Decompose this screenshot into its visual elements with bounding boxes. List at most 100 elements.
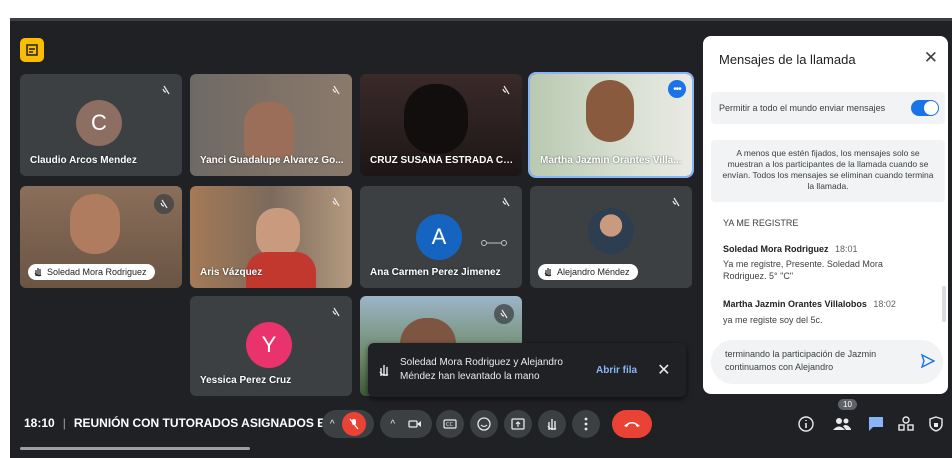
mic-off-icon xyxy=(328,194,344,210)
hand-raised-icon xyxy=(379,365,389,376)
video-feed xyxy=(70,194,120,254)
more-vert-icon xyxy=(584,417,588,431)
participant-name: CRUZ SUSANA ESTRADA CA... xyxy=(370,155,516,166)
separator: | xyxy=(62,416,66,430)
participant-name: Ana Carmen Perez Jimenez xyxy=(370,267,501,278)
participant-name: Yanci Guadalupe Alvarez Go... xyxy=(200,155,344,166)
hand-raised-icon xyxy=(34,268,42,277)
allow-messages-toggle[interactable] xyxy=(911,100,939,116)
activities-icon[interactable] xyxy=(896,414,916,434)
close-icon[interactable]: ✕ xyxy=(924,48,938,68)
captions-button[interactable]: CC xyxy=(436,410,464,438)
mic-off-icon xyxy=(668,194,684,210)
message-input[interactable]: terminando la participación de Jazmin co… xyxy=(711,340,943,384)
raise-hand-button[interactable] xyxy=(538,410,566,438)
people-icon[interactable] xyxy=(832,414,852,434)
panel-title: Mensajes de la llamada xyxy=(719,52,856,67)
sender-name: Martha Jazmin Orantes Villalobos xyxy=(723,299,867,309)
svg-text:CC: CC xyxy=(446,422,453,428)
participant-name: Soledad Mora Rodriguez xyxy=(47,267,147,277)
chat-panel: Mensajes de la llamada ✕ Permitir a todo… xyxy=(703,36,948,394)
sender-name: Soledad Mora Rodriguez xyxy=(723,244,829,254)
more-options-button[interactable] xyxy=(572,410,600,438)
chat-icon[interactable] xyxy=(866,414,886,434)
participant-tile[interactable]: ••• Martha Jazmin Orantes Villa... xyxy=(528,72,694,178)
notification-text: Soledad Mora Rodriguez y Alejandro Ménde… xyxy=(400,357,563,382)
people-count-badge: 10 xyxy=(838,399,857,410)
chevron-up-icon[interactable]: ^ xyxy=(330,419,335,430)
participant-tile[interactable]: A Ana Carmen Perez Jimenez xyxy=(360,186,522,288)
participant-name: Claudio Arcos Mendez xyxy=(30,155,137,166)
meeting-info: 18:10 | REUNIÓN CON TUTORADOS ASIGNADOS … xyxy=(24,416,335,430)
name-pill: Soledad Mora Rodriguez xyxy=(28,264,155,280)
more-options-icon[interactable]: ••• xyxy=(668,80,686,98)
mic-off-icon xyxy=(349,418,359,430)
participant-tile[interactable]: Alejandro Méndez xyxy=(530,186,692,288)
chat-message: YA ME REGISTRE xyxy=(723,218,799,228)
mic-off-icon xyxy=(498,82,514,98)
mic-off-icon xyxy=(328,82,344,98)
participant-tile[interactable]: Y Yessica Perez Cruz xyxy=(190,296,352,396)
message-sender: Soledad Mora Rodriguez 18:01 xyxy=(723,244,858,254)
horizontal-scrollbar[interactable] xyxy=(20,447,250,450)
camera-icon[interactable] xyxy=(408,419,422,429)
open-queue-button[interactable]: Abrir fila xyxy=(596,365,637,376)
video-feed xyxy=(244,102,294,158)
hand-icon xyxy=(547,419,557,430)
participant-tile[interactable]: CRUZ SUSANA ESTRADA CA... xyxy=(360,74,522,176)
emoji-button[interactable] xyxy=(470,410,498,438)
emoji-icon xyxy=(477,417,491,431)
mic-off-icon xyxy=(494,304,514,324)
message-sender: Martha Jazmin Orantes Villalobos 18:02 xyxy=(723,299,896,309)
chat-notice: A menos que estén fijados, los mensajes … xyxy=(711,140,945,202)
camera-control[interactable]: ^ xyxy=(380,410,432,438)
message-time: 18:02 xyxy=(873,299,896,309)
avatar: A xyxy=(416,214,462,260)
video-feed xyxy=(586,80,634,142)
hangup-icon xyxy=(624,422,640,427)
panel-scrollbar[interactable] xyxy=(942,286,946,322)
captions-icon: CC xyxy=(443,419,457,429)
mic-off-button[interactable] xyxy=(342,412,367,436)
chat-message: Ya me registre, Presente. Soledad Mora R… xyxy=(723,259,883,281)
activities-icon[interactable] xyxy=(20,38,44,62)
message-time: 18:01 xyxy=(835,244,858,254)
pin-icon[interactable] xyxy=(480,234,508,252)
mic-control[interactable]: ^ xyxy=(322,410,374,438)
name-pill: Alejandro Méndez xyxy=(538,264,638,280)
mic-off-icon xyxy=(498,194,514,210)
participant-tile[interactable]: Aris Vázquez xyxy=(190,186,352,288)
meeting-title: REUNIÓN CON TUTORADOS ASIGNADOS E... xyxy=(73,416,336,430)
participant-name: Yessica Perez Cruz xyxy=(200,375,292,386)
participant-name: Alejandro Méndez xyxy=(557,267,630,277)
video-feed xyxy=(256,208,300,258)
participant-tile[interactable]: Yanci Guadalupe Alvarez Go... xyxy=(190,74,352,176)
chat-message: ya me registe soy del 5c. xyxy=(723,315,823,325)
participant-name: Aris Vázquez xyxy=(200,267,263,278)
avatar-photo xyxy=(588,208,634,254)
participant-tile[interactable]: Soledad Mora Rodriguez xyxy=(20,186,182,288)
send-icon[interactable] xyxy=(920,353,936,372)
leave-call-button[interactable] xyxy=(612,410,652,438)
mic-off-icon xyxy=(158,82,174,98)
participant-name: Martha Jazmin Orantes Villa... xyxy=(540,155,682,166)
host-controls-icon[interactable] xyxy=(926,414,946,434)
top-divider xyxy=(10,18,952,21)
video-feed xyxy=(404,84,468,154)
hand-raised-icon xyxy=(544,268,552,277)
clock: 18:10 xyxy=(24,416,55,430)
compose-line: continuamos con Alejandro xyxy=(725,362,834,372)
avatar: Y xyxy=(246,322,292,368)
compose-line: terminando la participación de Jazmin xyxy=(725,349,877,359)
mic-off-icon xyxy=(154,194,174,214)
participant-tile[interactable]: C Claudio Arcos Mendez xyxy=(20,74,182,176)
present-icon xyxy=(511,418,525,430)
present-button[interactable] xyxy=(504,410,532,438)
close-icon[interactable]: ✕ xyxy=(657,360,670,380)
mic-off-icon xyxy=(328,304,344,320)
chevron-up-icon[interactable]: ^ xyxy=(390,419,395,430)
avatar: C xyxy=(76,100,122,146)
allow-messages-row: Permitir a todo el mundo enviar mensajes xyxy=(711,92,945,124)
hand-raise-notification: Soledad Mora Rodriguez y Alejandro Ménde… xyxy=(368,343,686,397)
info-icon[interactable] xyxy=(796,414,816,434)
